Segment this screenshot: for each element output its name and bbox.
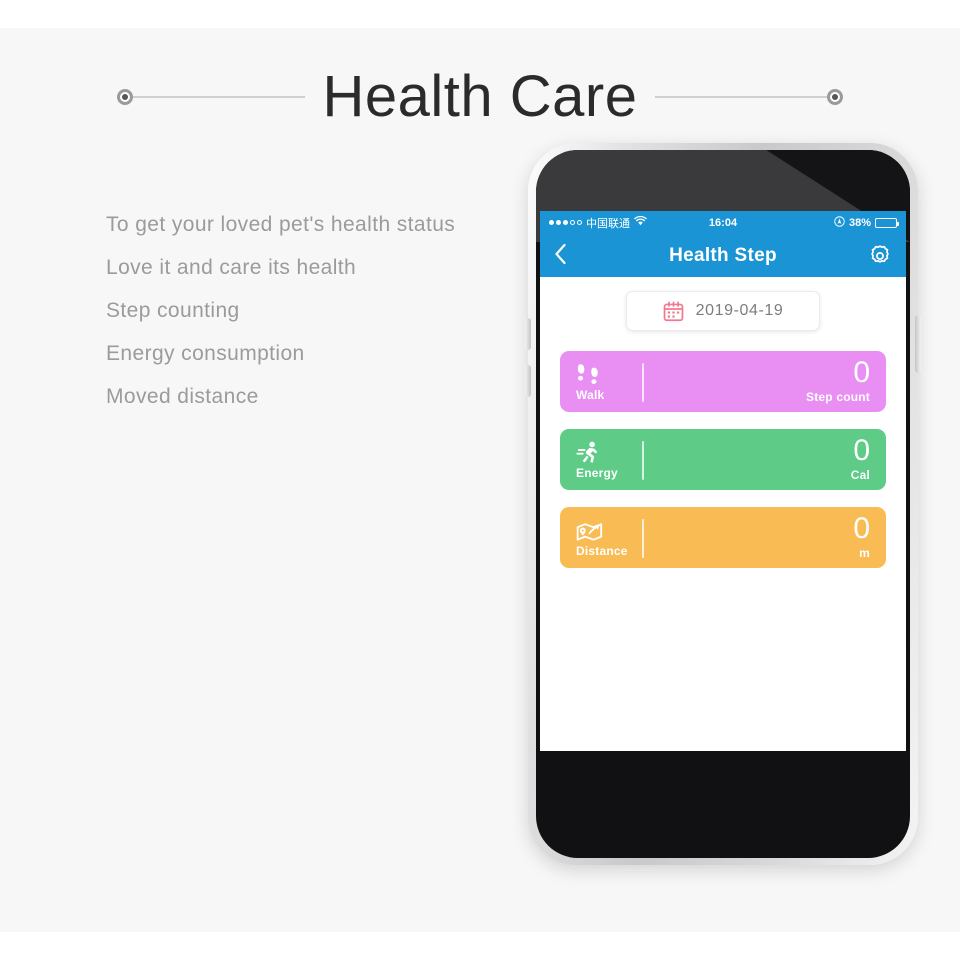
card-unit-energy: Cal	[850, 467, 870, 482]
calendar-icon	[663, 300, 684, 322]
page-header: Health Care	[0, 62, 960, 132]
card-right-energy: 0 Cal	[851, 429, 872, 490]
header-decor-dot-left	[116, 89, 133, 105]
page-root: Health Care To get your loved pet's heal…	[0, 0, 960, 960]
card-value-energy: 0	[853, 434, 870, 468]
volume-up-button[interactable]	[525, 318, 531, 350]
card-right-distance: 0 m	[853, 507, 872, 568]
card-left-distance: Distance	[574, 507, 636, 568]
header-decor-line-right	[655, 96, 828, 98]
nav-title: Health Step	[669, 244, 777, 266]
date-value: 2019-04-19	[695, 302, 784, 319]
metric-card-distance[interactable]: Distance 0 m	[560, 507, 886, 568]
feature-list: To get your loved pet's health status Lo…	[106, 203, 536, 418]
card-value-distance: 0	[853, 512, 870, 546]
card-label-distance: Distance	[576, 544, 628, 558]
metric-card-list: Walk 0 Step count Energy 0 Cal Distance …	[560, 351, 886, 568]
page-title: Health Care	[322, 64, 638, 129]
feature-item: Moved distance	[106, 385, 259, 408]
gear-icon[interactable]	[868, 244, 892, 268]
card-divider	[642, 441, 644, 480]
card-label-energy: Energy	[576, 466, 618, 480]
power-button[interactable]	[915, 315, 921, 373]
card-left-walk: Walk	[574, 351, 636, 412]
map-route-icon	[576, 519, 603, 542]
feature-item: To get your loved pet's health status	[106, 213, 456, 236]
battery-icon	[875, 217, 899, 228]
feature-item: Energy consumption	[106, 342, 305, 365]
card-left-energy: Energy	[574, 429, 636, 490]
status-bar: 中国联通 16:04 38%	[540, 211, 906, 234]
metric-card-energy[interactable]: Energy 0 Cal	[560, 429, 886, 490]
phone-screen: 中国联通 16:04 38% Health Step 2019-04-19 Wa…	[540, 211, 906, 751]
nav-bar: Health Step	[540, 234, 906, 277]
card-unit-distance: m	[859, 545, 870, 560]
metric-card-walk[interactable]: Walk 0 Step count	[560, 351, 886, 412]
screen-content: 2019-04-19 Walk 0 Step count Energy 0 Ca…	[540, 277, 906, 751]
card-unit-walk: Step count	[806, 389, 870, 404]
card-divider	[642, 519, 644, 558]
header-decor-line-left	[132, 96, 305, 98]
phone-mockup: 中国联通 16:04 38% Health Step 2019-04-19 Wa…	[525, 143, 921, 865]
card-right-walk: 0 Step count	[806, 351, 872, 412]
card-value-walk: 0	[853, 356, 870, 390]
volume-down-button[interactable]	[525, 365, 531, 397]
back-button[interactable]	[554, 243, 580, 269]
card-label-walk: Walk	[576, 388, 605, 402]
status-bar-time: 16:04	[708, 216, 738, 229]
card-divider	[642, 363, 644, 402]
footprints-icon	[576, 363, 602, 386]
date-picker[interactable]: 2019-04-19	[626, 291, 820, 331]
feature-item: Love it and care its health	[106, 256, 357, 279]
running-person-icon	[576, 441, 602, 464]
feature-item: Step counting	[106, 299, 240, 322]
header-decor-dot-right	[827, 89, 844, 105]
